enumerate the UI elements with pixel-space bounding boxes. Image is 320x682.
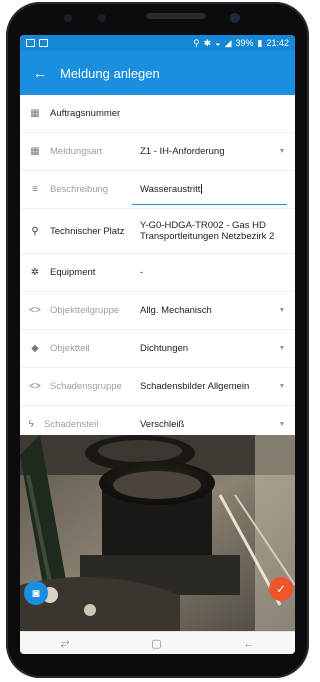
field-value: Allg. Mechanisch [140, 305, 212, 316]
field-auftragsnummer[interactable]: ▦ Auftragsnummer [20, 95, 295, 133]
recent-apps-icon[interactable]: ⥂ [61, 637, 70, 650]
dropdown-arrow-icon[interactable]: ▼ [275, 307, 289, 314]
value-line-2: Transportleitungen Netzbezirk 2 [140, 231, 275, 242]
android-nav-bar: ⥂ ▢ ← [20, 631, 295, 654]
camera-icon: ◙ [32, 586, 40, 600]
field-beschreibung[interactable]: ≡ Beschreibung Wasseraustritt [20, 171, 295, 209]
wifi-icon: ◒ [215, 38, 221, 48]
field-label: Technischer Platz [50, 225, 125, 237]
status-bar: ⚲ ✱ ◒ ◢ 39% ▮ 21:42 [20, 35, 295, 51]
field-objektteil[interactable]: ◆ Objektteil Dichtungen ▼ [20, 330, 295, 368]
screen: ⚲ ✱ ◒ ◢ 39% ▮ 21:42 ← Meldung anlegen ▦ … [20, 35, 295, 654]
status-right: ⚲ ✱ ◒ ◢ 39% ▮ 21:42 [193, 38, 289, 49]
code-icon: <> [29, 305, 41, 316]
cube-icon: ◆ [31, 343, 39, 354]
status-time: 21:42 [266, 38, 289, 48]
field-value: Z1 - IH-Anforderung [140, 146, 225, 157]
checkmark-icon: ✓ [275, 582, 287, 596]
photo-illustration [20, 435, 295, 631]
location-icon: ⚲ [31, 225, 39, 237]
field-label: Objektteil [50, 343, 90, 354]
field-label: Schadensteil [44, 419, 99, 430]
field-value: - [140, 267, 144, 278]
phone-top [6, 2, 309, 36]
machine-part-photo[interactable] [20, 435, 295, 631]
text-caret [201, 184, 203, 195]
dropdown-arrow-icon[interactable]: ▼ [275, 383, 289, 390]
form: ▦ Auftragsnummer ▦ Meldungsart Z1 - IH-A… [20, 95, 295, 444]
battery-icon: ▮ [257, 37, 263, 48]
field-label: Objektteilgruppe [50, 305, 120, 316]
location-icon: ⚲ [193, 37, 200, 48]
photo-section: ◙ ✓ [20, 435, 295, 654]
grid-icon: ▦ [30, 108, 40, 119]
field-label: Meldungsart [50, 146, 103, 157]
field-value: Schadensbilder Allgemein [140, 381, 250, 392]
page-title: Meldung anlegen [60, 65, 160, 81]
bluetooth-icon: ✱ [203, 37, 212, 48]
field-technischer-platz[interactable]: ⚲ Technischer Platz Y-G0-HDGA-TR002 - Ga… [20, 209, 295, 254]
signal-icon: ◢ [224, 37, 232, 48]
field-label: Auftragsnummer [50, 108, 121, 119]
gear-icon: ✲ [30, 267, 40, 278]
input-focus-line [132, 204, 287, 205]
bolt-icon: ϟ [28, 419, 34, 430]
grid-icon: ▦ [30, 146, 40, 157]
field-label: Equipment [50, 267, 96, 278]
field-schadensgruppe[interactable]: <> Schadensgruppe Schadensbilder Allgeme… [20, 368, 295, 406]
battery-percent: 39% [235, 38, 254, 48]
field-label: Schadensgruppe [50, 381, 122, 392]
field-objektteilgruppe[interactable]: <> Objektteilgruppe Allg. Mechanisch ▼ [20, 292, 295, 330]
app-bar: ← Meldung anlegen [20, 51, 295, 95]
picture-icon [26, 39, 35, 47]
speaker-grille [146, 13, 206, 19]
field-value: Y-G0-HDGA-TR002 - Gas HD Transportleitun… [140, 220, 295, 242]
back-icon[interactable]: ← [243, 638, 254, 650]
status-left-icons [26, 39, 48, 47]
front-camera-icon [230, 13, 240, 23]
field-label: Beschreibung [50, 184, 109, 195]
code-icon: <> [29, 381, 41, 392]
confirm-button[interactable]: ✓ [269, 577, 293, 601]
field-equipment[interactable]: ✲ Equipment - [20, 254, 295, 292]
field-meldungsart[interactable]: ▦ Meldungsart Z1 - IH-Anforderung ▼ [20, 133, 295, 171]
home-icon[interactable]: ▢ [151, 637, 161, 650]
input-text: Wasseraustritt [140, 184, 201, 195]
camera-button[interactable]: ◙ [24, 581, 48, 605]
lines-icon: ≡ [32, 184, 38, 195]
value-line-1: Y-G0-HDGA-TR002 - Gas HD [140, 220, 266, 231]
notification-icon [39, 39, 48, 47]
sensor-icon [98, 14, 106, 22]
field-value: Verschleiß [140, 419, 185, 430]
dropdown-arrow-icon[interactable]: ▼ [275, 421, 289, 428]
dropdown-arrow-icon[interactable]: ▼ [275, 148, 289, 155]
field-value: Dichtungen [140, 343, 189, 354]
back-arrow-icon[interactable]: ← [26, 65, 54, 81]
dropdown-arrow-icon[interactable]: ▼ [275, 345, 289, 352]
phone-frame: ⚲ ✱ ◒ ◢ 39% ▮ 21:42 ← Meldung anlegen ▦ … [6, 2, 309, 678]
description-input[interactable]: Wasseraustritt [140, 184, 295, 195]
sensor-icon [64, 14, 72, 22]
